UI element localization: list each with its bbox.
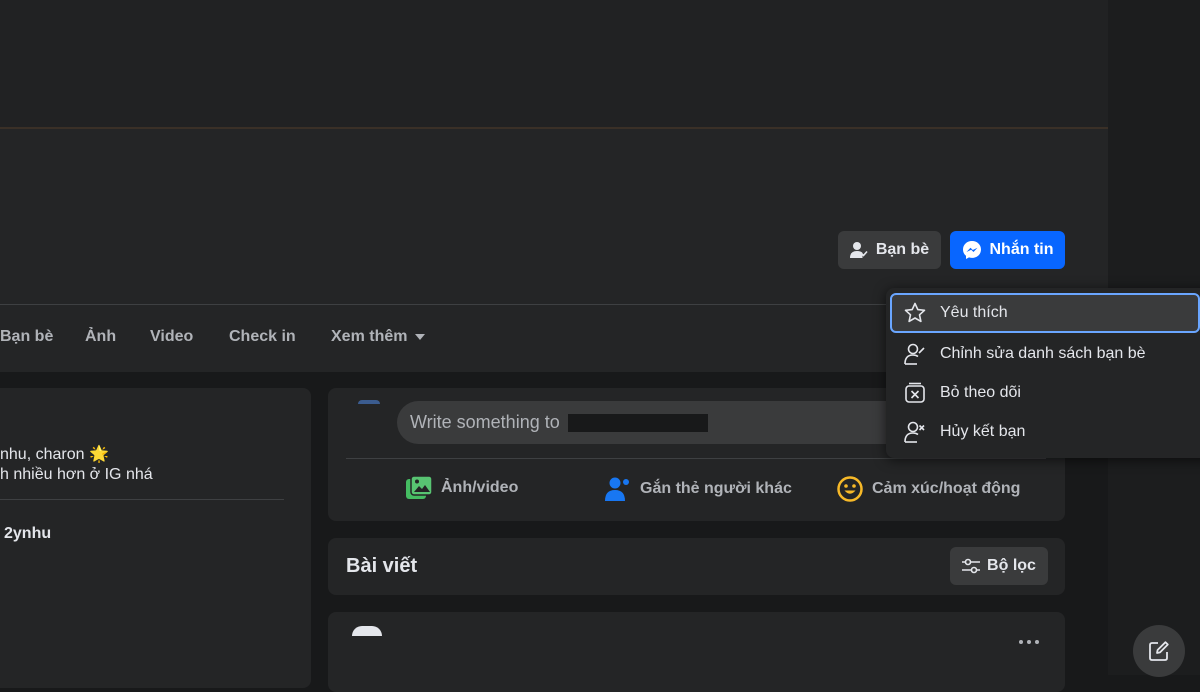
posts-header: Bài viết Bộ lọc bbox=[328, 538, 1065, 595]
message-button[interactable]: Nhắn tin bbox=[950, 231, 1065, 269]
menu-item-unfriend-label: Hủy kết bạn bbox=[940, 423, 1026, 440]
tag-people-icon bbox=[605, 477, 629, 501]
person-remove-icon bbox=[904, 421, 925, 443]
friends-button[interactable]: Bạn bè bbox=[838, 231, 941, 269]
person-edit-icon bbox=[904, 343, 925, 365]
unfollow-icon bbox=[905, 382, 925, 403]
photo-video-button[interactable]: Ảnh/video bbox=[406, 476, 518, 500]
menu-item-favorites-label: Yêu thích bbox=[940, 304, 1008, 321]
menu-item-edit-friend-list[interactable]: Chỉnh sửa danh sách bạn bè bbox=[890, 334, 1200, 374]
compose-icon bbox=[1149, 641, 1169, 661]
star-icon bbox=[904, 302, 926, 323]
intro-bio-line-1: nhu, charon 🌟 bbox=[0, 446, 109, 463]
tab-more-label: Xem thêm bbox=[331, 328, 408, 345]
intro-username[interactable]: 2ynhu bbox=[4, 525, 51, 543]
post-avatar[interactable] bbox=[352, 626, 382, 636]
posts-title: Bài viết bbox=[346, 555, 418, 577]
tag-people-button[interactable]: Gắn thẻ người khác bbox=[605, 476, 792, 502]
messenger-icon bbox=[962, 241, 981, 259]
tab-friends[interactable]: Bạn bè bbox=[0, 328, 53, 346]
cover-photo[interactable] bbox=[0, 0, 1200, 675]
filter-button[interactable]: Bộ lọc bbox=[950, 547, 1048, 585]
intro-panel: nhu, charon 🌟 h nhiều hơn ở IG nhá 2ynhu bbox=[0, 388, 311, 688]
intro-bio-line-2: h nhiều hơn ở IG nhá bbox=[0, 466, 153, 483]
smiley-icon bbox=[837, 476, 863, 502]
tab-more[interactable]: Xem thêm bbox=[331, 328, 426, 346]
more-options-icon[interactable] bbox=[1019, 640, 1039, 644]
menu-item-unfriend[interactable]: Hủy kết bạn bbox=[890, 412, 1200, 452]
tab-photos[interactable]: Ảnh bbox=[85, 328, 116, 346]
menu-item-unfollow[interactable]: Bỏ theo dõi bbox=[890, 373, 1200, 413]
friends-button-label: Bạn bè bbox=[875, 241, 930, 258]
photo-icon bbox=[406, 476, 432, 499]
friend-options-menu: Yêu thích Chỉnh sửa danh sách bạn bè Bỏ … bbox=[886, 288, 1200, 458]
menu-item-favorites[interactable]: Yêu thích bbox=[890, 293, 1200, 333]
feeling-activity-label: Cảm xúc/hoạt động bbox=[872, 480, 1021, 497]
photo-video-label: Ảnh/video bbox=[441, 479, 519, 496]
tag-people-label: Gắn thẻ người khác bbox=[640, 480, 792, 497]
filter-label: Bộ lọc bbox=[987, 557, 1036, 574]
tab-video[interactable]: Video bbox=[150, 328, 193, 346]
redacted-name bbox=[567, 413, 708, 432]
tab-checkin[interactable]: Check in bbox=[229, 328, 296, 346]
feeling-activity-button[interactable]: Cảm xúc/hoạt động bbox=[837, 476, 1020, 502]
write-post-placeholder: Write something to bbox=[410, 412, 560, 432]
menu-item-unfollow-label: Bỏ theo dõi bbox=[940, 384, 1021, 401]
composer-divider bbox=[346, 458, 1046, 459]
menu-item-edit-friend-list-label: Chỉnh sửa danh sách bạn bè bbox=[940, 345, 1146, 362]
person-check-icon bbox=[849, 242, 868, 258]
intro-divider bbox=[0, 499, 284, 500]
filter-sliders-icon bbox=[962, 558, 981, 574]
avatar[interactable] bbox=[358, 400, 380, 404]
new-message-button[interactable] bbox=[1133, 625, 1185, 677]
post-card bbox=[328, 612, 1065, 692]
write-post-input[interactable]: Write something to bbox=[397, 401, 917, 444]
message-button-label: Nhắn tin bbox=[989, 241, 1054, 258]
caret-down-icon bbox=[415, 333, 426, 340]
